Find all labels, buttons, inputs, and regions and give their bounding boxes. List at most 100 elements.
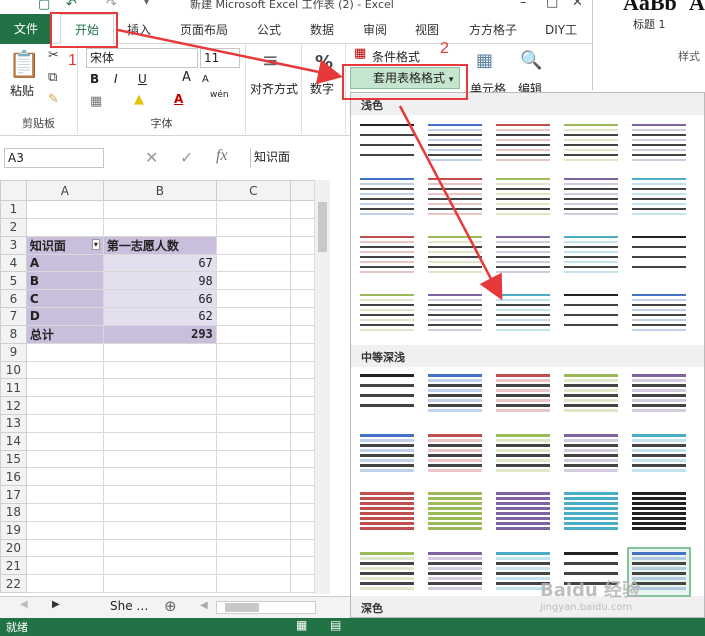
row-header[interactable]: 16 [0, 467, 27, 487]
hscroll-thumb[interactable] [225, 603, 259, 612]
pivot-row-label[interactable]: C [25, 289, 104, 308]
pivot-row-label[interactable]: B [25, 271, 104, 291]
cell[interactable] [215, 502, 291, 522]
table-style-swatch[interactable] [425, 233, 485, 279]
horizontal-scrollbar[interactable] [216, 601, 316, 614]
table-style-swatch[interactable] [561, 233, 621, 279]
tab-file[interactable]: 文件 [0, 14, 52, 44]
pivot-header-label[interactable]: 知识面 ▾ [25, 235, 104, 255]
number-label[interactable]: 数字 [310, 80, 334, 97]
cancel-entry-icon[interactable]: ✕ [145, 148, 158, 167]
row-header[interactable]: 14 [0, 431, 27, 451]
table-style-swatch[interactable] [561, 291, 621, 337]
pivot-row-value[interactable]: 62 [102, 306, 217, 326]
cell[interactable] [25, 217, 104, 237]
table-style-swatch[interactable] [629, 175, 689, 221]
pivot-row-value[interactable]: 98 [102, 271, 217, 291]
table-style-swatch[interactable] [493, 431, 553, 477]
italic-button[interactable]: I [114, 72, 118, 86]
pivot-row-label[interactable]: A [25, 253, 104, 273]
shrink-font-button[interactable]: A [202, 74, 209, 85]
cell[interactable] [102, 485, 217, 504]
confirm-entry-icon[interactable]: ✓ [180, 148, 193, 167]
cell[interactable] [215, 342, 291, 362]
cell[interactable] [215, 538, 291, 558]
tab-review[interactable]: 审阅 [363, 21, 387, 38]
row-header[interactable]: 18 [0, 502, 27, 522]
table-style-swatch[interactable] [357, 549, 417, 595]
table-style-swatch[interactable] [561, 371, 621, 417]
paste-icon[interactable]: 📋 [8, 50, 40, 80]
row-header[interactable]: 20 [0, 538, 27, 558]
restore-button[interactable]: □ [546, 0, 558, 10]
table-style-swatch[interactable] [561, 549, 621, 595]
cell[interactable] [102, 520, 217, 540]
cell[interactable] [102, 378, 217, 398]
cell[interactable] [102, 538, 217, 558]
cell[interactable] [215, 306, 291, 326]
redo-icon[interactable]: ↷ [106, 0, 117, 12]
cell[interactable] [215, 324, 291, 344]
sheet-tab[interactable]: She … [110, 599, 148, 613]
style-heading-1[interactable]: 标题 1 [633, 16, 666, 32]
prev-sheet-icon[interactable]: ◀ [20, 599, 28, 610]
phonetic-button[interactable]: wén [210, 90, 229, 100]
cell[interactable] [25, 502, 104, 522]
pivot-row-value[interactable]: 66 [102, 289, 217, 308]
cell[interactable] [102, 200, 217, 219]
table-style-swatch[interactable] [493, 291, 553, 337]
tab-page-layout[interactable]: 页面布局 [180, 21, 228, 38]
grow-font-button[interactable]: A [182, 70, 191, 85]
row-header[interactable]: 15 [0, 449, 27, 469]
cut-icon[interactable]: ✂ [48, 48, 59, 63]
conditional-format-icon[interactable]: ▦ [354, 46, 366, 61]
column-header-c[interactable]: C [215, 180, 291, 201]
row-header[interactable]: 21 [0, 556, 27, 576]
table-style-swatch[interactable] [493, 489, 553, 535]
row-header[interactable]: 5 [0, 271, 27, 291]
fill-color-icon[interactable]: ▲ [134, 92, 144, 107]
cell[interactable] [215, 253, 291, 273]
pivot-row-label[interactable]: D [25, 306, 104, 326]
filter-dropdown-icon[interactable]: ▾ [91, 238, 100, 250]
row-header[interactable]: 2 [0, 217, 27, 237]
table-style-swatch[interactable] [357, 489, 417, 535]
table-style-swatch[interactable] [425, 291, 485, 337]
pivot-total-value[interactable]: 293 [102, 324, 217, 344]
insert-function-icon[interactable]: fx [216, 147, 228, 165]
font-name-select[interactable]: 宋体 [86, 48, 198, 68]
cell[interactable] [215, 289, 291, 308]
table-style-swatch[interactable] [357, 371, 417, 417]
row-header[interactable]: 10 [0, 360, 27, 380]
cell[interactable] [215, 200, 291, 219]
table-style-swatch[interactable] [561, 431, 621, 477]
find-icon[interactable]: 🔍 [520, 50, 542, 71]
table-style-swatch[interactable] [629, 431, 689, 477]
cell[interactable] [25, 431, 104, 451]
cell[interactable] [215, 378, 291, 398]
row-header[interactable]: 6 [0, 289, 27, 308]
next-sheet-icon[interactable]: ▶ [52, 599, 60, 610]
row-header[interactable]: 13 [0, 413, 27, 433]
cell[interactable] [25, 396, 104, 415]
row-header[interactable]: 7 [0, 306, 27, 326]
cell[interactable] [102, 413, 217, 433]
cell[interactable] [102, 574, 217, 593]
row-header[interactable]: 9 [0, 342, 27, 362]
table-style-swatch[interactable] [629, 233, 689, 279]
table-style-swatch[interactable] [357, 175, 417, 221]
table-style-swatch[interactable] [493, 549, 553, 595]
cell[interactable] [102, 396, 217, 415]
column-header-a[interactable]: A [25, 180, 104, 201]
table-style-swatch[interactable] [493, 121, 553, 167]
copy-icon[interactable]: ⧉ [48, 70, 57, 85]
add-sheet-icon[interactable]: ⊕ [164, 597, 177, 615]
underline-button[interactable]: U [138, 72, 147, 86]
table-style-swatch[interactable] [425, 489, 485, 535]
table-style-swatch[interactable] [629, 371, 689, 417]
cell[interactable] [25, 556, 104, 576]
font-size-select[interactable]: 11 [200, 48, 240, 68]
save-icon[interactable]: ▢ [38, 0, 50, 12]
cell[interactable] [215, 413, 291, 433]
table-style-swatch[interactable] [493, 371, 553, 417]
